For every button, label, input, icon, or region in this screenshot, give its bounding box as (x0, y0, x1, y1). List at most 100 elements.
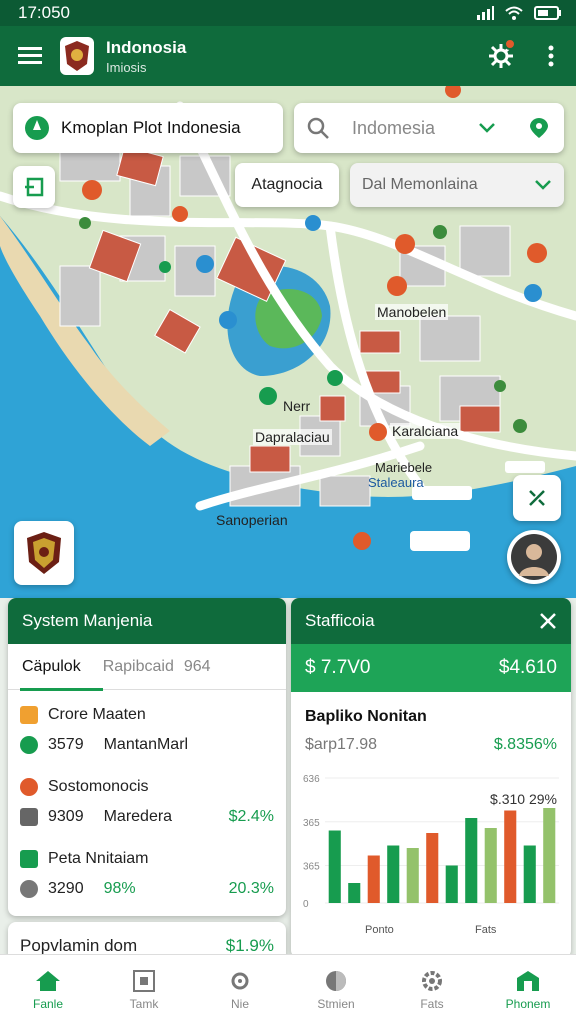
more-button[interactable] (526, 26, 576, 86)
x-axis-label: Fats (475, 924, 497, 936)
nav-item-stmien[interactable]: Stmien (288, 955, 384, 1024)
list-item[interactable]: 3290 98% 20.3% (8, 874, 286, 904)
y-tick-label: 636 (303, 774, 320, 785)
menu-button[interactable] (0, 26, 60, 86)
bottom-navigation: Fanle Tamk Nie Stmien Fats Phonem (0, 954, 576, 1024)
list-item[interactable]: 9309 Maredera $2.4% (8, 802, 286, 832)
close-icon[interactable] (539, 612, 557, 630)
nav-item-home[interactable]: Fanle (0, 955, 96, 1024)
row-value: 9309 (48, 808, 84, 825)
region-chip-label: Atagnocia (251, 176, 323, 193)
bar-chart: 636 365 365 0 Ponto Fats (303, 774, 559, 936)
map-label-5: Mariebele (375, 460, 433, 475)
chart-icon (20, 850, 38, 868)
folder-icon (20, 706, 38, 724)
tab-2[interactable]: 964 (184, 658, 211, 689)
pin-icon (20, 736, 38, 754)
nav-label: Tamk (129, 996, 159, 1011)
stats-panel-title: Stafficoia (305, 611, 375, 630)
map-label-4: Sanoperian (216, 512, 288, 528)
y-tick-label: 0 (303, 899, 309, 910)
location-filter-icon[interactable] (526, 116, 552, 140)
chevron-down-icon (535, 180, 551, 190)
notification-badge (504, 38, 516, 50)
emblem-badge[interactable] (14, 521, 74, 585)
collapse-arrows-icon (529, 490, 545, 506)
chart-bar (504, 810, 517, 903)
stats-panel: Stafficoia $ 7.7V0 $4.610 Bapliko Nonita… (291, 598, 571, 958)
expand-map-button[interactable] (513, 475, 561, 521)
row-value: 3290 (48, 880, 84, 897)
stat-left: $ 7.7V0 (305, 657, 371, 678)
row-label: 98% (103, 880, 136, 897)
list-item[interactable]: 3579 MantanMarl (8, 730, 286, 760)
nav-item-nie[interactable]: Nie (192, 955, 288, 1024)
list-item[interactable]: Crore Maaten (8, 700, 286, 730)
user-avatar[interactable] (507, 530, 561, 584)
row-percent: $2.4% (228, 808, 274, 825)
home-icon (36, 970, 60, 991)
nav-item-fats[interactable]: Fats (384, 955, 480, 1024)
settings-button[interactable] (476, 26, 526, 86)
search-input[interactable]: Indomesia (352, 118, 478, 139)
wifi-icon (505, 6, 523, 20)
chart-bar (484, 828, 497, 903)
briefcase-icon (20, 808, 38, 826)
gear-icon (231, 972, 249, 989)
stats-banner: $ 7.7V0 $4.610 (291, 644, 571, 692)
chart-subrow: $arp17.98 $.8356% (291, 726, 571, 754)
list-item[interactable]: Peta Nnitaiam (8, 844, 286, 874)
battery-icon (534, 6, 561, 20)
population-label: Popvlamin dom (20, 936, 138, 955)
nav-item-phonem[interactable]: Phonem (480, 955, 576, 1024)
layers-button[interactable] (13, 166, 55, 208)
nav-label: Phonem (505, 996, 551, 1011)
map-pin-icon (25, 116, 49, 140)
y-tick-label: 365 (303, 862, 320, 873)
app-logo (60, 37, 94, 75)
map-label-6: Staleaura (368, 475, 424, 490)
region-select[interactable]: Dal Memonlaina (350, 163, 564, 207)
map-label-0: Manobelen (375, 304, 449, 320)
status-icons (476, 6, 562, 20)
region-chip[interactable]: Atagnocia (235, 163, 339, 207)
system-panel-list: Crore Maaten 3579 MantanMarl Sostomonocis… (8, 690, 286, 904)
row-label: Peta Nnitaiam (48, 850, 149, 867)
building-icon (517, 970, 539, 991)
chart-bar (445, 865, 458, 903)
stats-panel-header: Stafficoia (291, 598, 571, 644)
nav-label: Nie (230, 996, 249, 1011)
population-value: $1.9% (225, 936, 274, 955)
row-label: Maredera (103, 808, 173, 825)
task-icon (133, 969, 155, 992)
clock-icon (20, 880, 38, 898)
search-card-title: Kmoplan Plot Indonesia (61, 118, 241, 137)
app-titles: Indonosia Imiosis (106, 38, 476, 75)
app-root: 17:050 Indonosia Imiosis Manobelen Nerr … (0, 0, 576, 1024)
chevron-down-icon[interactable] (478, 122, 496, 134)
status-bar: 17:050 (0, 0, 576, 26)
chart-title: Bapliko Nonitan (305, 708, 427, 725)
chart-bar (406, 848, 419, 903)
app-subtitle: Imiosis (106, 59, 147, 75)
nav-item-task[interactable]: Tamk (96, 955, 192, 1024)
tab-0[interactable]: Cäpulok (20, 658, 103, 691)
coat-of-arms-icon (27, 532, 61, 574)
tab-1[interactable]: Rapibcaid (103, 658, 174, 689)
system-panel: System Manjenia Cäpulok Rapibcaid 964 Cr… (8, 598, 286, 916)
search-field[interactable]: Indomesia (294, 103, 564, 153)
row-percent: 20.3% (228, 880, 274, 897)
chart-bar (523, 845, 536, 903)
app-title: Indonosia (106, 37, 187, 57)
exit-map-icon (25, 177, 44, 197)
row-label: Crore Maaten (48, 706, 146, 723)
system-panel-header: System Manjenia (8, 598, 286, 644)
row-label: Sostomonocis (48, 778, 149, 795)
system-panel-tabs: Cäpulok Rapibcaid 964 (8, 644, 286, 691)
search-card[interactable]: Kmoplan Plot Indonesia (13, 103, 283, 153)
map-label-2: Dapralaciau (253, 429, 332, 445)
region-select-value: Dal Memonlaina (362, 176, 478, 193)
list-item[interactable]: Sostomonocis (8, 772, 286, 802)
nav-label: Fanle (32, 996, 64, 1011)
hamburger-icon (18, 47, 42, 64)
